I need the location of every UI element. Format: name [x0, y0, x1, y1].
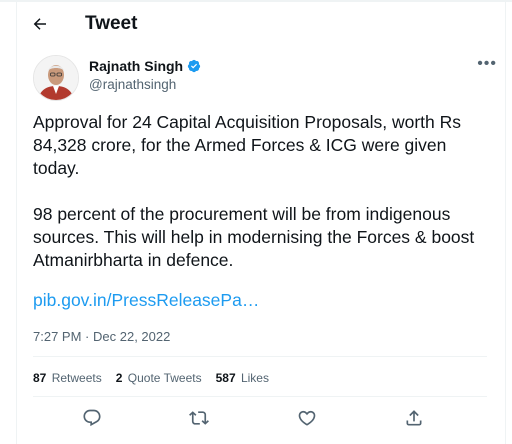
likes-count: 587 — [215, 371, 236, 385]
tweet-paragraph: Approval for 24 Capital Acquisition Prop… — [33, 112, 461, 178]
tweet-paragraph: 98 percent of the procurement will be fr… — [33, 204, 475, 270]
tweet-date[interactable]: Dec 22, 2022 — [93, 329, 170, 344]
quote-tweets-label: Quote Tweets — [127, 371, 202, 385]
divider — [33, 356, 487, 357]
author-handle[interactable]: @rajnathsingh — [89, 77, 201, 92]
author-names: Rajnath Singh @rajnathsingh — [89, 58, 201, 92]
tweet-link[interactable]: pib.gov.in/PressReleasePa… — [33, 290, 259, 311]
timestamp-separator: · — [85, 329, 90, 344]
share-icon — [406, 410, 422, 426]
author-display-name-row[interactable]: Rajnath Singh — [89, 58, 201, 74]
tweet-time[interactable]: 7:27 PM — [33, 329, 81, 344]
quote-tweets-count: 2 — [115, 371, 123, 385]
page-header: Tweet — [17, 6, 505, 42]
back-arrow-icon — [33, 18, 46, 30]
back-button[interactable] — [23, 7, 57, 41]
retweets-label: Retweets — [51, 371, 102, 385]
retweets-stat[interactable]: 87 Retweets — [33, 371, 102, 385]
verified-badge-icon — [187, 59, 201, 73]
share-button[interactable] — [403, 407, 425, 429]
tweet-stats: 87 Retweets 2 Quote Tweets 587 Likes — [33, 371, 283, 385]
page-title: Tweet — [85, 13, 138, 34]
like-button[interactable] — [296, 407, 318, 429]
author-display-name[interactable]: Rajnath Singh — [89, 58, 183, 74]
retweet-icon — [189, 411, 210, 425]
more-options-button[interactable]: ••• — [477, 55, 497, 73]
column-border-left — [16, 0, 17, 444]
heart-icon — [298, 410, 315, 426]
top-border — [0, 0, 512, 2]
tweet-body: Approval for 24 Capital Acquisition Prop… — [33, 111, 495, 295]
avatar[interactable] — [33, 55, 79, 101]
profile-photo-icon — [34, 56, 78, 100]
more-icon: ••• — [477, 55, 497, 72]
retweet-button[interactable] — [188, 407, 210, 429]
reply-icon — [83, 409, 101, 427]
retweets-count: 87 — [33, 371, 47, 385]
reply-button[interactable] — [81, 407, 103, 429]
divider — [33, 396, 487, 397]
tweet-author: Rajnath Singh @rajnathsingh ••• — [33, 55, 503, 103]
tweet-actions — [33, 407, 473, 429]
likes-stat[interactable]: 587 Likes — [216, 371, 269, 385]
quote-tweets-stat[interactable]: 2 Quote Tweets — [116, 371, 202, 385]
column-border-right — [505, 0, 506, 444]
likes-label: Likes — [240, 371, 269, 385]
tweet-timestamp: 7:27 PM · Dec 22, 2022 — [33, 329, 170, 344]
